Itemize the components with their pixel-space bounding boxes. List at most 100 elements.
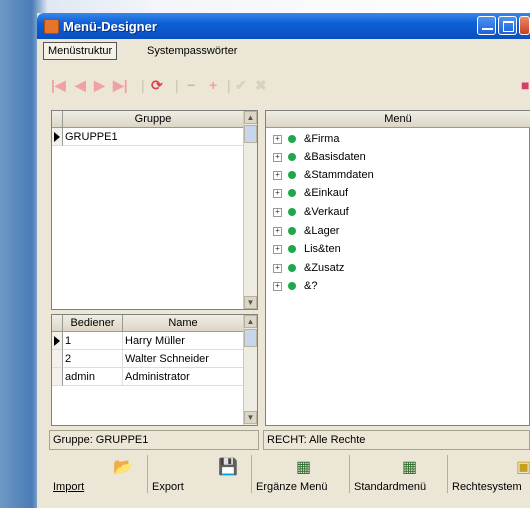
standardmenu-label: Standardmenü xyxy=(354,481,427,493)
tree-item[interactable]: + Lis&ten xyxy=(273,240,341,258)
expand-icon[interactable]: + xyxy=(273,152,282,162)
navigator-toolbar: |◀ ◀ ▶ ▶| | ⟳ | − + | ✔ ✖ ■ xyxy=(41,77,530,99)
post-edit-icon[interactable]: ✔ xyxy=(235,77,247,94)
scroll-thumb[interactable] xyxy=(244,125,257,143)
ergaenze-label: Ergänze Menü xyxy=(256,481,328,493)
title-bar[interactable]: Menü-Designer xyxy=(37,13,530,39)
tree-item[interactable]: + &? xyxy=(273,277,317,295)
gruppe-header[interactable]: Gruppe xyxy=(63,111,244,128)
menu-designer-window: Menü-Designer Menüstruktur Systempasswör… xyxy=(37,13,530,508)
tree-item-label: &Einkauf xyxy=(304,187,349,199)
tree-item-label: Lis&ten xyxy=(304,243,341,255)
prior-record-icon[interactable]: ◀ xyxy=(75,77,86,94)
tree-item[interactable]: + &Verkauf xyxy=(273,203,349,221)
status-gruppe: Gruppe: GRUPPE1 xyxy=(49,430,259,450)
export-button[interactable]: 💾 Export xyxy=(150,453,240,493)
expand-icon[interactable]: + xyxy=(273,263,282,273)
tree-item[interactable]: + &Stammdaten xyxy=(273,166,374,184)
next-record-icon[interactable]: ▶ xyxy=(94,77,105,94)
refresh-icon[interactable]: ⟳ xyxy=(151,77,163,94)
expand-icon[interactable]: + xyxy=(273,170,282,180)
bediener-id-cell[interactable]: 1 xyxy=(63,332,123,350)
rechtesystem-button[interactable]: ▣ Rechtesystem xyxy=(450,453,530,493)
first-record-icon[interactable]: |◀ xyxy=(51,77,66,94)
button-divider xyxy=(447,455,448,493)
rechtesystem-label: Rechtesystem xyxy=(452,481,522,493)
maximize-icon xyxy=(503,21,514,32)
bediener-grid[interactable]: Bediener Name 1 Harry Müller 2 Walter Sc… xyxy=(51,314,258,426)
row-indicator xyxy=(52,128,63,146)
node-dot-icon xyxy=(288,135,296,144)
gruppe-cell[interactable]: GRUPPE1 xyxy=(63,128,244,146)
menu-tree-icon: ▦ xyxy=(402,459,418,476)
bediener-scrollbar[interactable]: ▲ ▼ xyxy=(243,315,257,425)
rights-icon: ▣ xyxy=(516,459,530,476)
tree-item[interactable]: + &Basisdaten xyxy=(273,148,366,166)
tree-item[interactable]: + &Firma xyxy=(273,130,339,148)
maximize-button[interactable] xyxy=(498,16,517,35)
name-header[interactable]: Name xyxy=(123,315,244,332)
bediener-id-cell[interactable]: admin xyxy=(63,368,123,386)
ergaenze-menu-button[interactable]: ▦ Ergänze Menü xyxy=(254,453,344,493)
import-button[interactable]: 📂 Import xyxy=(51,453,133,493)
export-label: Export xyxy=(152,481,184,493)
bediener-name-cell[interactable]: Administrator xyxy=(123,368,244,386)
scroll-down-icon[interactable]: ▼ xyxy=(244,296,257,309)
row-indicator-header xyxy=(52,111,63,128)
edit-icon[interactable]: ■ xyxy=(521,77,529,93)
scroll-down-icon[interactable]: ▼ xyxy=(244,411,257,424)
expand-icon[interactable]: + xyxy=(273,134,282,144)
expand-icon[interactable]: + xyxy=(273,207,282,217)
delete-record-icon[interactable]: − xyxy=(187,77,195,93)
status-recht: RECHT: Alle Rechte xyxy=(263,430,530,450)
tree-item[interactable]: + &Zusatz xyxy=(273,259,344,277)
node-dot-icon xyxy=(288,245,296,254)
node-dot-icon xyxy=(288,153,296,162)
gruppe-scrollbar[interactable]: ▲ ▼ xyxy=(243,111,257,309)
menu-header[interactable]: Menü xyxy=(266,111,530,128)
gruppe-grid[interactable]: Gruppe GRUPPE1 ▲ ▼ xyxy=(51,110,258,310)
button-divider xyxy=(349,455,350,493)
node-dot-icon xyxy=(288,264,296,273)
scroll-up-icon[interactable]: ▲ xyxy=(244,111,257,124)
minimize-icon xyxy=(482,28,493,30)
toolbar-separator: | xyxy=(141,77,145,93)
tree-item-label: &Verkauf xyxy=(304,206,349,218)
tree-item-label: &Lager xyxy=(304,225,340,237)
bediener-name-cell[interactable]: Walter Schneider xyxy=(123,350,244,368)
tree-item-label: &? xyxy=(304,280,318,292)
row-indicator-header xyxy=(52,315,63,332)
expand-icon[interactable]: + xyxy=(273,244,282,254)
tab-systempasswoerter[interactable]: Systempasswörter xyxy=(143,43,241,59)
standardmenu-button[interactable]: ▦ Standardmenü xyxy=(352,453,442,493)
close-button[interactable] xyxy=(519,16,530,35)
bottom-button-bar: 📂 Import 💾 Export ▦ Ergänze Menü ▦ Stand… xyxy=(37,453,530,508)
tree-item[interactable]: + &Lager xyxy=(273,222,339,240)
menu-tree-icon: ▦ xyxy=(296,459,312,476)
node-dot-icon xyxy=(288,189,296,198)
menu-tree[interactable]: Menü + &Firma + &Basisdaten + &Stammdaten +… xyxy=(265,110,530,426)
toolbar-separator: | xyxy=(227,77,231,93)
button-divider xyxy=(251,455,252,493)
expand-icon[interactable]: + xyxy=(273,188,282,198)
minimize-button[interactable] xyxy=(477,16,496,35)
insert-record-icon[interactable]: + xyxy=(209,77,217,93)
tree-item-label: &Stammdaten xyxy=(304,169,374,181)
folder-open-icon: 📂 xyxy=(113,459,133,476)
import-label: Import xyxy=(53,481,85,493)
expand-icon[interactable]: + xyxy=(273,226,282,236)
last-record-icon[interactable]: ▶| xyxy=(113,77,128,94)
scroll-thumb[interactable] xyxy=(244,329,257,347)
scroll-up-icon[interactable]: ▲ xyxy=(244,315,257,328)
tree-item-label: &Basisdaten xyxy=(304,151,366,163)
cancel-edit-icon[interactable]: ✖ xyxy=(255,77,267,94)
tab-menustruktur[interactable]: Menüstruktur xyxy=(43,42,118,60)
bediener-id-cell[interactable]: 2 xyxy=(63,350,123,368)
tree-item-label: &Firma xyxy=(304,133,340,145)
tree-item[interactable]: + &Einkauf xyxy=(273,184,348,202)
bediener-name-cell[interactable]: Harry Müller xyxy=(123,332,244,350)
bediener-header[interactable]: Bediener xyxy=(63,315,123,332)
node-dot-icon xyxy=(288,227,296,236)
expand-icon[interactable]: + xyxy=(273,281,282,291)
node-dot-icon xyxy=(288,208,296,217)
